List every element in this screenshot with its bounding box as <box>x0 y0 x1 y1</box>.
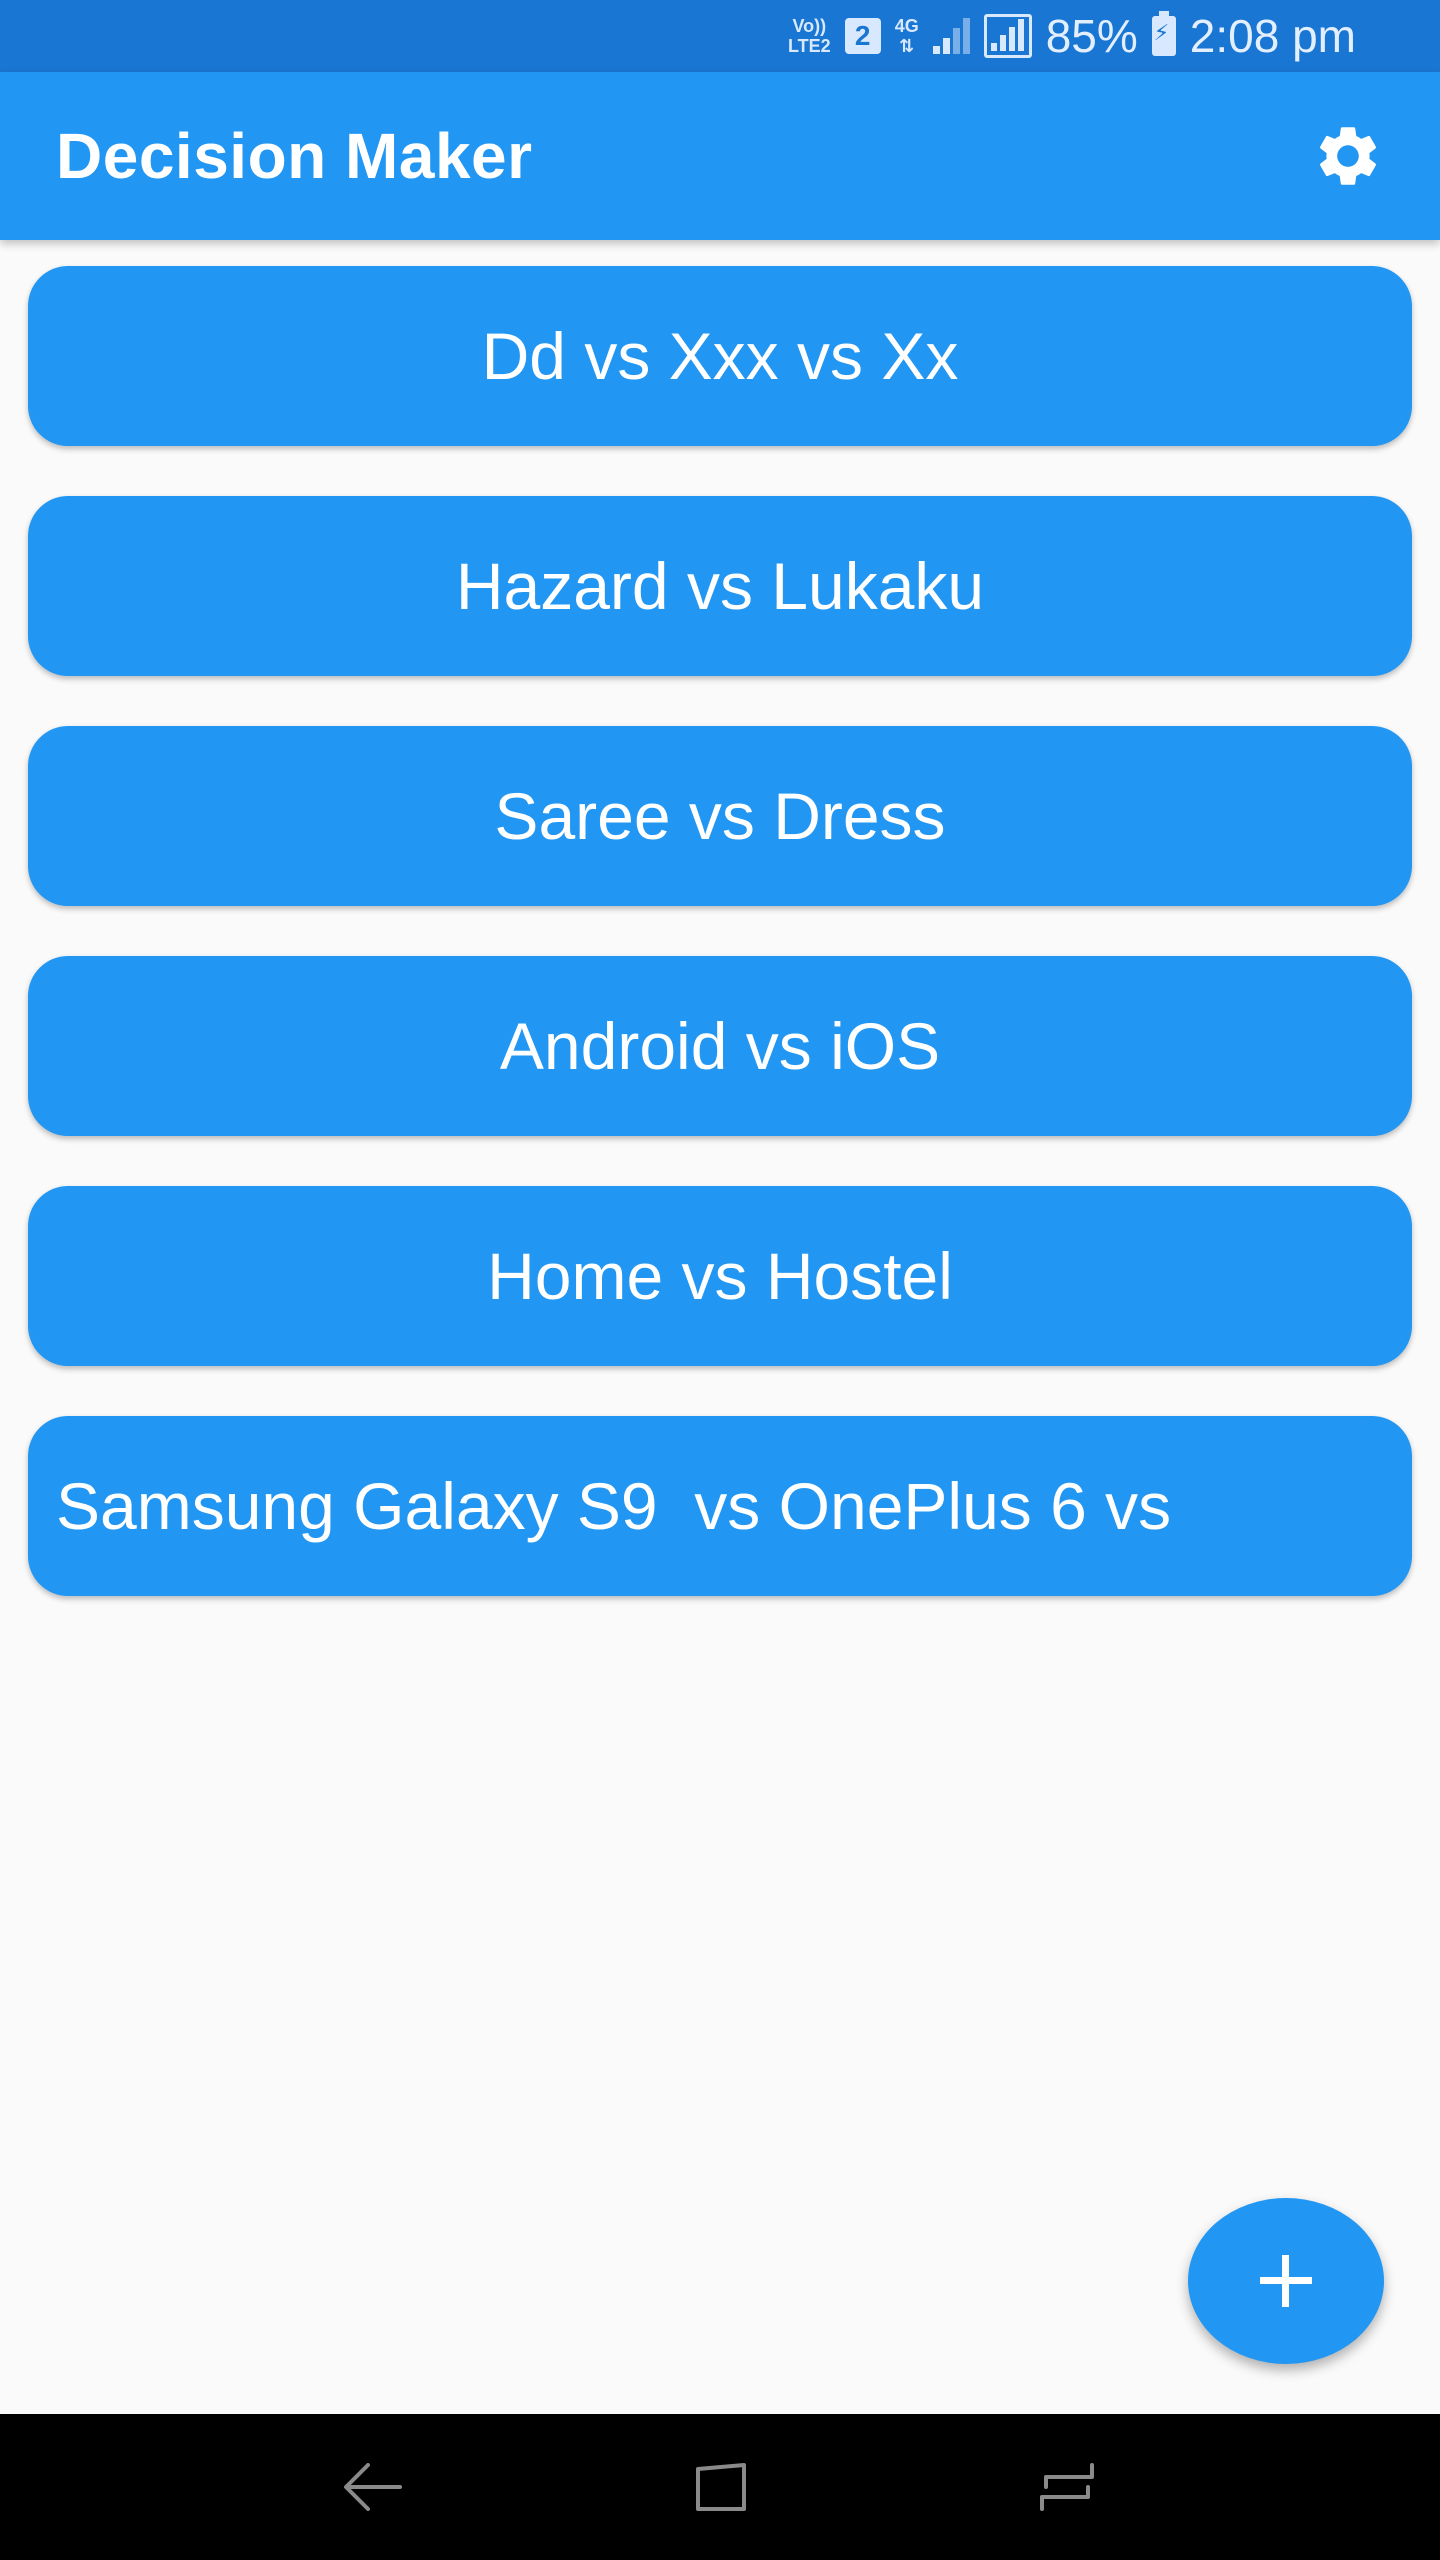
decision-label: Dd vs Xxx vs Xx <box>481 319 959 393</box>
decision-item[interactable]: Saree vs Dress <box>28 726 1412 906</box>
app-title: Decision Maker <box>56 120 533 192</box>
volte-top-label: Vo)) <box>792 16 827 36</box>
decision-item[interactable]: Hazard vs Lukaku <box>28 496 1412 676</box>
battery-percent: 85% <box>1045 10 1138 62</box>
settings-button[interactable] <box>1300 108 1396 204</box>
add-decision-button[interactable] <box>1188 2198 1384 2364</box>
sim-icon: 2 <box>844 18 881 54</box>
network-type-label: 4G <box>894 16 919 36</box>
decision-item[interactable]: Home vs Hostel <box>28 1186 1412 1366</box>
signal-icon <box>932 18 970 54</box>
decision-label: Samsung Galaxy S9 vs OnePlus 6 vs <box>56 1469 1172 1543</box>
nav-back-button[interactable] <box>328 2442 418 2532</box>
decision-label: Android vs iOS <box>499 1009 941 1083</box>
back-icon <box>344 2463 403 2511</box>
decision-label: Home vs Hostel <box>487 1239 953 1313</box>
nav-home-button[interactable] <box>675 2442 765 2532</box>
status-bar: Vo)) LTE2 2 4G ⇅ 85% 2:08 pm <box>0 0 1440 72</box>
battery-charging-icon <box>1151 11 1176 56</box>
volte-bottom-label: LTE2 <box>788 36 831 56</box>
data-arrows-icon: ⇅ <box>899 36 915 56</box>
nav-recents-button[interactable] <box>1022 2442 1112 2532</box>
decision-label: Saree vs Dress <box>494 779 946 853</box>
system-nav-bar <box>0 2414 1440 2560</box>
plus-icon <box>1260 2255 1312 2307</box>
recents-icon <box>1039 2463 1094 2511</box>
decision-item[interactable]: Dd vs Xxx vs Xx <box>28 266 1412 446</box>
decision-label: Hazard vs Lukaku <box>455 549 985 623</box>
clock: 2:08 pm <box>1189 10 1356 62</box>
network-type-icon: 4G ⇅ <box>895 16 919 56</box>
app-bar: Decision Maker <box>0 72 1440 240</box>
home-icon <box>695 2463 746 2511</box>
volte-icon: Vo)) LTE2 <box>788 16 831 56</box>
decision-item[interactable]: Samsung Galaxy S9 vs OnePlus 6 vs <box>28 1416 1412 1596</box>
decision-item[interactable]: Android vs iOS <box>28 956 1412 1136</box>
signal-sim2-icon <box>983 14 1032 58</box>
gear-icon <box>1319 127 1377 185</box>
decision-list: Dd vs Xxx vs Xx Hazard vs Lukaku Saree v… <box>28 266 1412 1646</box>
